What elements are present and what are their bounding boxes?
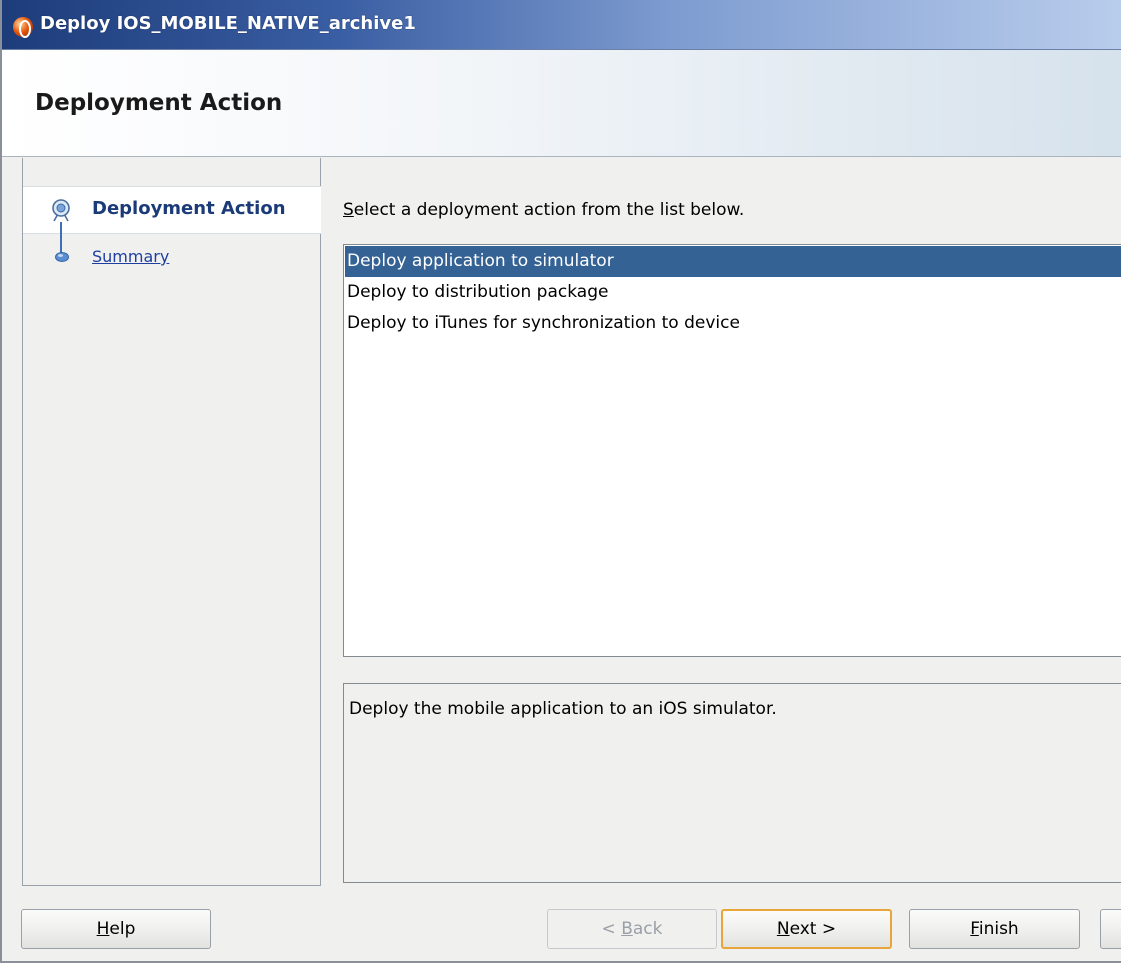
finish-button[interactable]: Finish (909, 909, 1080, 949)
cancel-button-partial[interactable] (1100, 909, 1121, 949)
instruction-label: Select a deployment action from the list… (343, 200, 744, 220)
list-item-deploy-to-distribution-package[interactable]: Deploy to distribution package (345, 277, 1121, 308)
oracle-app-icon (13, 17, 33, 38)
action-description-box: Deploy the mobile application to an iOS … (343, 683, 1121, 883)
next-mnemonic: N (776, 919, 790, 939)
window-title: Deploy IOS_MOBILE_NATIVE_archive1 (40, 13, 416, 34)
back-button[interactable]: < Back (547, 909, 717, 949)
title-bar[interactable]: Deploy IOS_MOBILE_NATIVE_archive1 (2, 0, 1121, 50)
nav-item-label-deployment-action[interactable]: Deployment Action (92, 198, 286, 219)
step-connector-line (60, 222, 62, 256)
page-title: Deployment Action (35, 90, 283, 116)
next-label: ext > (789, 919, 837, 939)
help-button[interactable]: Help (21, 909, 211, 949)
back-label: ack (632, 919, 663, 939)
help-mnemonic: H (96, 919, 110, 939)
list-item-deploy-to-itunes[interactable]: Deploy to iTunes for synchronization to … (345, 308, 1121, 339)
nav-item-summary-link[interactable]: Summary (92, 247, 169, 266)
deploy-dialog-window: Deploy IOS_MOBILE_NATIVE_archive1 Deploy… (0, 0, 1121, 963)
next-button[interactable]: Next > (721, 909, 892, 949)
instruction-text: elect a deployment action from the list … (353, 200, 745, 220)
deployment-action-list[interactable]: Deploy application to simulator Deploy t… (343, 244, 1121, 657)
button-bar: Help < Back Next > Finish (2, 887, 1121, 961)
current-step-icon (52, 199, 70, 222)
help-label: elp (109, 919, 136, 939)
pending-step-icon (55, 252, 69, 262)
back-mnemonic: B (621, 919, 633, 939)
wizard-step-navigator: Deployment Action Summary (22, 158, 321, 886)
action-description-text: Deploy the mobile application to an iOS … (349, 699, 777, 719)
finish-mnemonic: F (970, 919, 979, 939)
instruction-mnemonic: S (343, 200, 354, 220)
list-item-deploy-to-simulator[interactable]: Deploy application to simulator (345, 246, 1121, 277)
finish-label: inish (978, 919, 1019, 939)
page-header: Deployment Action (2, 50, 1121, 157)
back-prefix: < (601, 919, 622, 939)
main-content-panel: Select a deployment action from the list… (322, 158, 1121, 886)
